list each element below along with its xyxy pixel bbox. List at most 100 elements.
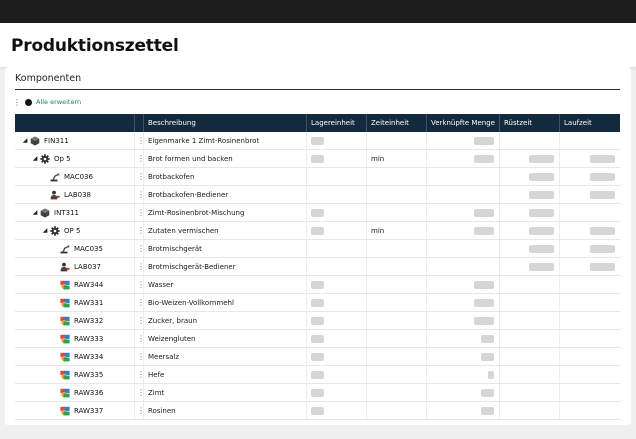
ruestzeit-cell <box>500 258 560 275</box>
placeholder-bar <box>529 263 554 271</box>
row-kebab-icon[interactable]: ⋮ <box>135 384 144 401</box>
row-kebab-icon[interactable]: ⋮ <box>135 402 144 419</box>
tree-cell: RAW336 <box>15 384 135 401</box>
node-code[interactable]: FIN311 <box>44 137 69 145</box>
node-code[interactable]: LAB038 <box>64 191 91 199</box>
row-kebab-icon[interactable]: ⋮ <box>135 258 144 275</box>
table-row[interactable]: LAB037 ⋮Brotmischgerät-Bediener <box>15 258 620 276</box>
row-kebab-icon[interactable]: ⋮ <box>135 294 144 311</box>
column-header-ruestzeit[interactable]: Rüstzeit <box>500 114 560 132</box>
placeholder-bar <box>590 227 615 235</box>
zeiteinheit-cell <box>367 168 427 185</box>
section-divider <box>15 89 620 90</box>
description-cell: Bio-Weizen-Vollkornmehl <box>144 294 307 311</box>
row-kebab-icon[interactable]: ⋮ <box>135 222 144 239</box>
verknuepfte-menge-cell <box>427 168 500 185</box>
column-header-laufzeit[interactable]: Laufzeit <box>560 114 620 132</box>
node-code[interactable]: MAC036 <box>64 173 93 181</box>
row-kebab-icon[interactable]: ⋮ <box>135 330 144 347</box>
ruestzeit-cell <box>500 222 560 239</box>
table-row[interactable]: RAW331 ⋮Bio-Weizen-Vollkornmehl <box>15 294 620 312</box>
laufzeit-cell <box>560 204 620 221</box>
tree-cell: ◢ INT311 <box>15 204 135 221</box>
node-code[interactable]: OP 5 <box>64 227 80 235</box>
ruestzeit-cell <box>500 132 560 149</box>
description-cell: Hefe <box>144 366 307 383</box>
column-header-beschreibung[interactable]: Beschreibung <box>144 114 307 132</box>
table-row[interactable]: RAW334 ⋮Meersalz <box>15 348 620 366</box>
table-row[interactable]: LAB038 ⋮Brotbackofen-Bediener <box>15 186 620 204</box>
node-code[interactable]: RAW336 <box>74 389 103 397</box>
table-row[interactable]: ◢ FIN311 ⋮Eigenmarke 1 Zimt-Rosinenbrot <box>15 132 620 150</box>
table-row[interactable]: ◢ OP 5 ⋮Zutaten vermischen min <box>15 222 620 240</box>
table-header: Beschreibung Lagereinheit Zeiteinheit Ve… <box>15 114 620 132</box>
verknuepfte-menge-cell <box>427 384 500 401</box>
table-row[interactable]: RAW336 ⋮Zimt <box>15 384 620 402</box>
node-code[interactable]: RAW344 <box>74 281 103 289</box>
table-row[interactable]: ◢ Op 5 ⋮Brot formen und backen min <box>15 150 620 168</box>
column-header-lagereinheit[interactable]: Lagereinheit <box>307 114 367 132</box>
placeholder-bar <box>311 389 324 397</box>
tree-cell: ◢ OP 5 <box>15 222 135 239</box>
placeholder-bar <box>481 389 494 397</box>
page-title: Produktionszettel <box>11 36 179 56</box>
column-header-actions <box>135 114 144 132</box>
node-code[interactable]: RAW331 <box>74 299 103 307</box>
row-kebab-icon[interactable]: ⋮ <box>135 348 144 365</box>
tree-cell: ◢ Op 5 <box>15 150 135 167</box>
ruestzeit-cell <box>500 384 560 401</box>
raw-material-icon <box>60 388 70 398</box>
toolbar-kebab-icon[interactable]: ⋮ <box>13 98 21 108</box>
table-row[interactable]: MAC035 ⋮Brotmischgerät <box>15 240 620 258</box>
node-code[interactable]: INT311 <box>54 209 79 217</box>
placeholder-bar <box>590 173 615 181</box>
zeiteinheit-cell <box>367 258 427 275</box>
placeholder-bar <box>474 209 494 217</box>
node-code[interactable]: MAC035 <box>74 245 103 253</box>
row-kebab-icon[interactable]: ⋮ <box>135 366 144 383</box>
node-code[interactable]: RAW334 <box>74 353 103 361</box>
node-code[interactable]: RAW332 <box>74 317 103 325</box>
expand-toggle-icon[interactable]: ◢ <box>31 209 39 216</box>
node-code[interactable]: RAW335 <box>74 371 103 379</box>
node-code[interactable]: RAW333 <box>74 335 103 343</box>
row-kebab-icon[interactable]: ⋮ <box>135 312 144 329</box>
row-kebab-icon[interactable]: ⋮ <box>135 276 144 293</box>
table-row[interactable]: RAW335 ⋮Hefe <box>15 366 620 384</box>
column-header-verknuepfte-menge[interactable]: Verknüpfte Menge <box>427 114 500 132</box>
expand-toggle-icon[interactable]: ◢ <box>31 155 39 162</box>
raw-material-icon <box>60 298 70 308</box>
row-kebab-icon[interactable]: ⋮ <box>135 240 144 257</box>
verknuepfte-menge-cell <box>427 186 500 203</box>
table-row[interactable]: ◢ INT311 ⋮Zimt-Rosinenbrot-Mischung <box>15 204 620 222</box>
placeholder-bar <box>311 407 324 415</box>
expand-toggle-icon[interactable]: ◢ <box>41 227 49 234</box>
row-kebab-icon[interactable]: ⋮ <box>135 168 144 185</box>
table-row[interactable]: MAC036 ⋮Brotbackofen <box>15 168 620 186</box>
node-code[interactable]: RAW337 <box>74 407 103 415</box>
components-table: Beschreibung Lagereinheit Zeiteinheit Ve… <box>15 114 620 420</box>
node-code[interactable]: Op 5 <box>54 155 71 163</box>
table-row[interactable]: RAW344 ⋮Wasser <box>15 276 620 294</box>
row-kebab-icon[interactable]: ⋮ <box>135 186 144 203</box>
tree-cell: ◢ FIN311 <box>15 132 135 149</box>
zeiteinheit-cell <box>367 312 427 329</box>
zeiteinheit-cell <box>367 366 427 383</box>
description-cell: Brotmischgerät <box>144 240 307 257</box>
placeholder-bar <box>311 335 324 343</box>
table-row[interactable]: RAW337 ⋮Rosinen <box>15 402 620 420</box>
expand-all-button[interactable]: Alle erweitern <box>25 98 81 106</box>
column-header-zeiteinheit[interactable]: Zeiteinheit <box>367 114 427 132</box>
table-row[interactable]: RAW332 ⋮Zucker, braun <box>15 312 620 330</box>
expand-all-label: Alle erweitern <box>36 98 82 106</box>
node-code[interactable]: LAB037 <box>74 263 101 271</box>
row-kebab-icon[interactable]: ⋮ <box>135 150 144 167</box>
verknuepfte-menge-cell <box>427 240 500 257</box>
table-row[interactable]: RAW333 ⋮Weizengluten <box>15 330 620 348</box>
expand-toggle-icon[interactable]: ◢ <box>21 137 29 144</box>
row-kebab-icon[interactable]: ⋮ <box>135 204 144 221</box>
placeholder-bar <box>311 155 324 163</box>
lagereinheit-cell <box>307 240 367 257</box>
lagereinheit-cell <box>307 132 367 149</box>
row-kebab-icon[interactable]: ⋮ <box>135 132 144 149</box>
